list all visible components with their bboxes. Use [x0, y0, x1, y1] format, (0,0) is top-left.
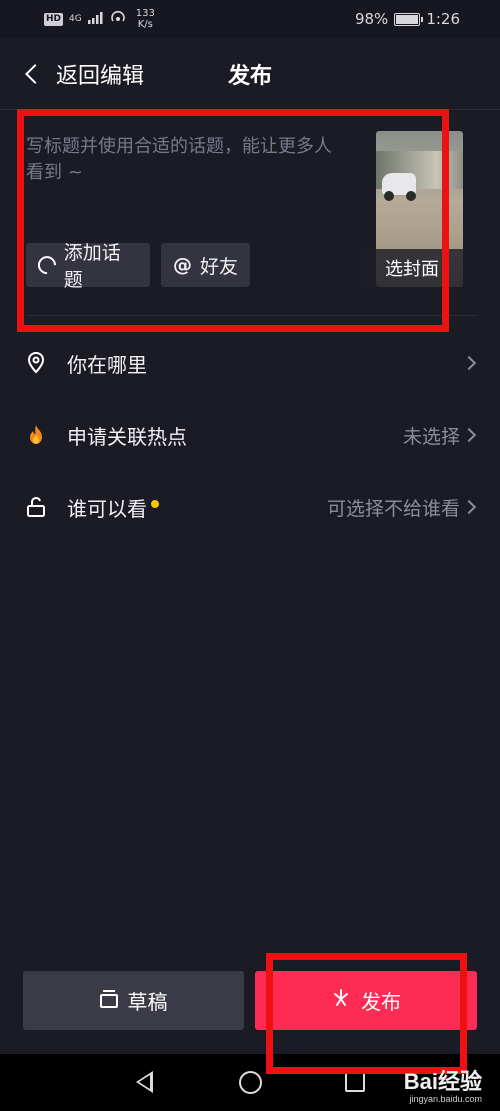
- settings-row-hotspot[interactable]: 申请关联热点 未选择: [0, 407, 500, 463]
- signal-icon: [87, 10, 104, 28]
- draft-button[interactable]: 草稿: [23, 971, 244, 1030]
- new-indicator-dot: [151, 500, 159, 508]
- mention-friend-button[interactable]: @ 好友: [161, 243, 250, 287]
- sparkle-icon: [331, 988, 351, 1013]
- network-speed-value: 133: [135, 8, 155, 19]
- settings-row-visibility[interactable]: 谁可以看 可选择不给谁看: [0, 479, 500, 535]
- visibility-label: 谁可以看: [67, 496, 147, 521]
- publish-label: 发布: [361, 990, 401, 1014]
- mention-friend-label: 好友: [200, 255, 239, 278]
- back-label: 返回编辑: [56, 64, 145, 89]
- top-nav: 发布 返回编辑: [0, 38, 500, 110]
- add-topic-button[interactable]: 添加话题: [26, 242, 150, 291]
- settings-row-value: 未选择: [402, 425, 460, 448]
- select-cover-button[interactable]: 选封面: [361, 249, 463, 287]
- chevron-right-icon: [461, 427, 477, 443]
- settings-row-label: 谁可以看: [67, 493, 159, 522]
- system-home-icon[interactable]: [239, 1071, 262, 1094]
- network-type: 4G: [69, 14, 82, 24]
- add-topic-label: 添加话题: [63, 242, 121, 291]
- system-recents-icon[interactable]: [345, 1072, 365, 1092]
- watermark-url: jingyan.baidu.com: [409, 1094, 482, 1104]
- status-left: HD 4G 133 K/s: [44, 8, 155, 30]
- back-button[interactable]: 返回编辑: [22, 58, 144, 90]
- watermark: Bai经验 jingyan.baidu.com: [404, 1064, 482, 1104]
- unlock-icon: [24, 495, 48, 519]
- status-time: 1:26: [426, 10, 460, 28]
- chevron-left-icon: [25, 64, 45, 84]
- chevron-right-icon: [461, 355, 477, 371]
- settings-row-label: 你在哪里: [67, 352, 147, 377]
- status-bar: HD 4G 133 K/s 98% 1:26: [0, 0, 500, 38]
- system-back-icon[interactable]: [136, 1071, 153, 1093]
- battery-icon: [394, 12, 424, 26]
- watermark-logo: Bai经验: [403, 1069, 482, 1094]
- settings-row-location[interactable]: 你在哪里: [0, 335, 500, 391]
- draft-label: 草稿: [127, 990, 168, 1014]
- battery-fill: [396, 14, 418, 24]
- publish-button[interactable]: 发布: [255, 971, 477, 1030]
- topic-ring-icon: [34, 252, 60, 278]
- hotspot-icon: [110, 10, 126, 28]
- chevron-right-icon: [461, 499, 477, 515]
- draft-box-icon: [99, 989, 118, 1008]
- hd-badge: HD: [44, 12, 64, 26]
- settings-row-value: 可选择不给谁看: [326, 497, 460, 520]
- battery-percent: 98%: [354, 10, 389, 28]
- thumbnail-wheel: [384, 191, 394, 201]
- location-pin-icon: [24, 351, 48, 375]
- flame-icon: [24, 423, 48, 447]
- status-right: 98% 1:26: [355, 10, 460, 28]
- network-speed-unit: K/s: [137, 19, 153, 30]
- thumbnail-wheel: [406, 191, 416, 201]
- network-speed: 133 K/s: [136, 8, 155, 30]
- at-icon: @: [173, 254, 192, 276]
- caption-input[interactable]: 写标题并使用合适的话题，能让更多人看到 ~: [26, 134, 346, 186]
- divider: [26, 315, 478, 316]
- settings-row-label: 申请关联热点: [67, 424, 187, 449]
